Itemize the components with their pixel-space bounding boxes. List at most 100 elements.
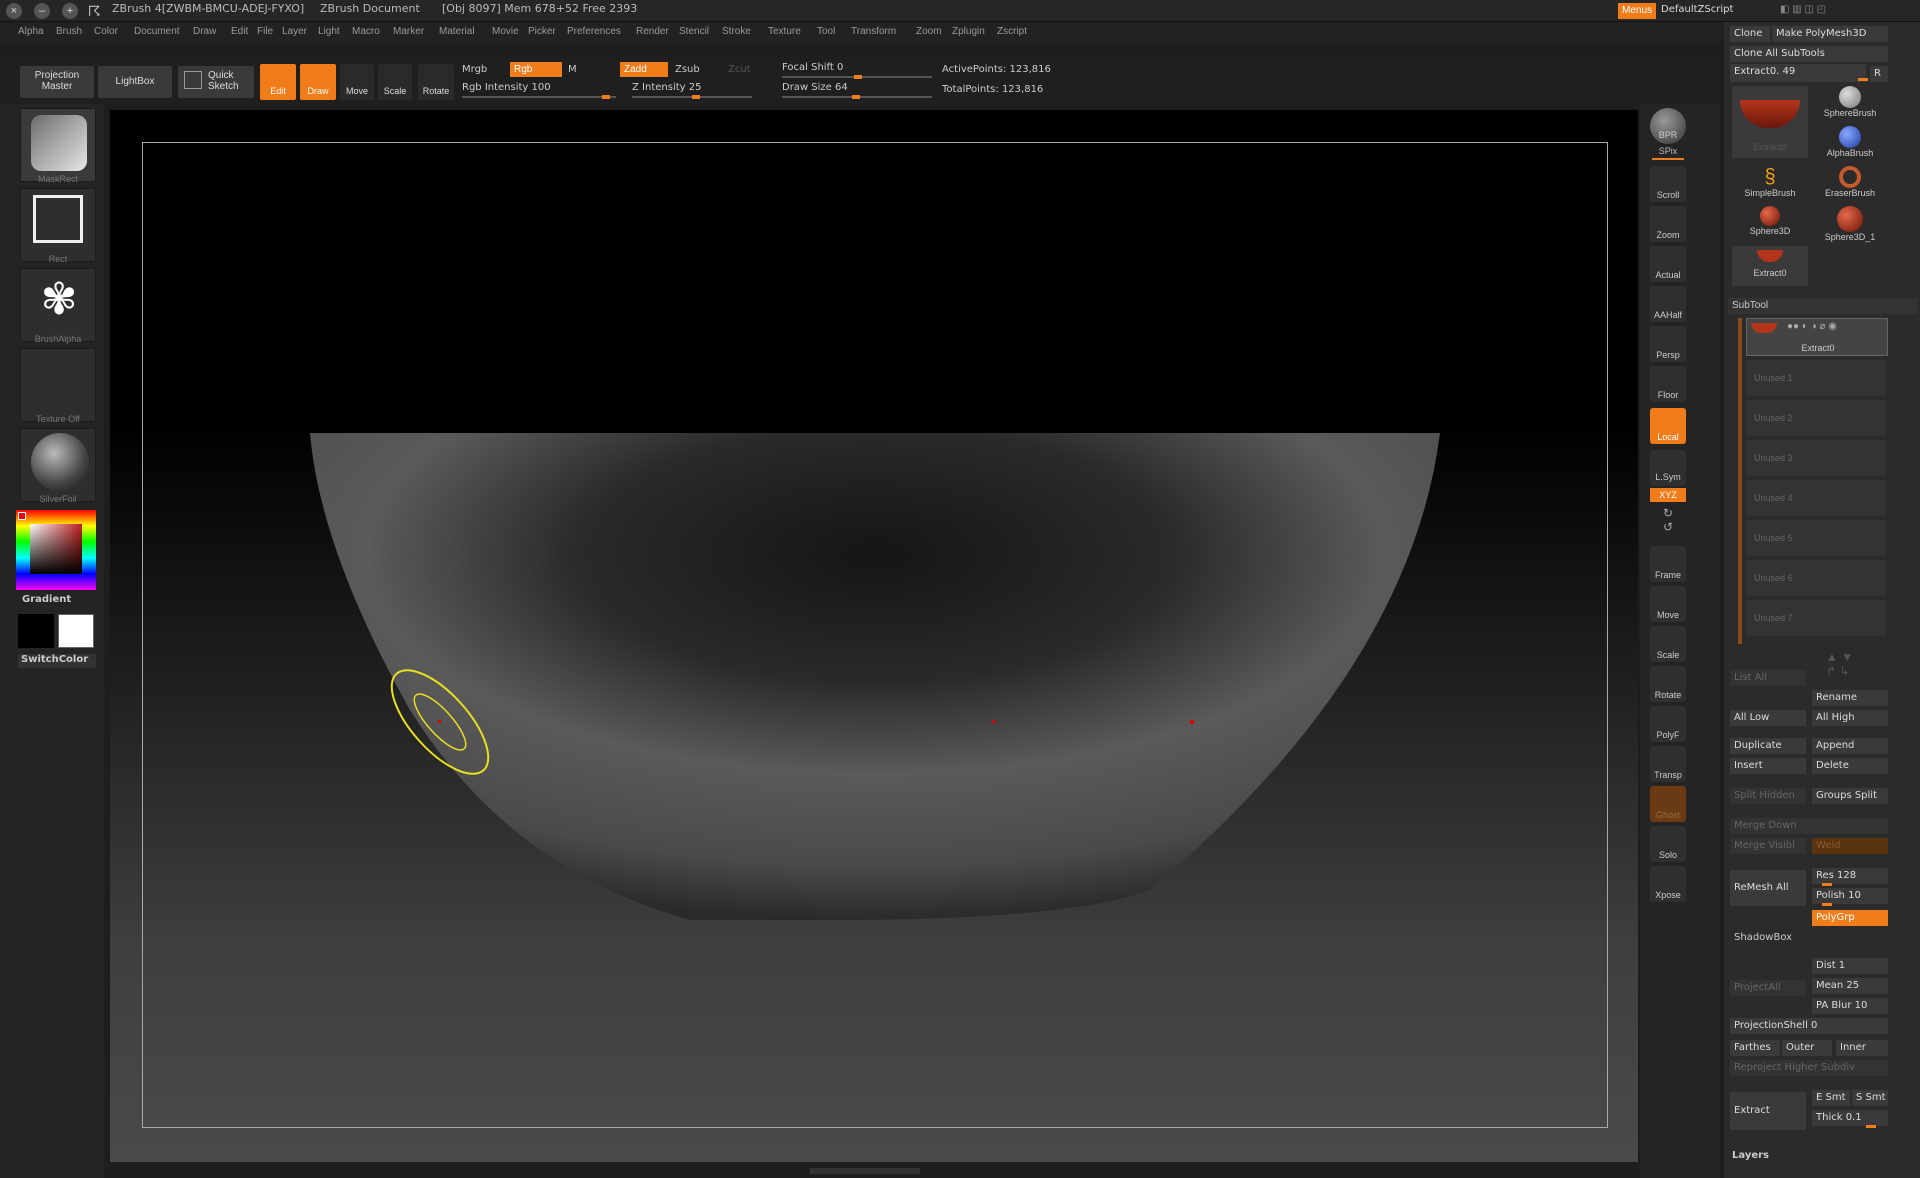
rename-button[interactable]: Rename xyxy=(1812,690,1888,706)
xyz-button[interactable]: XYZ xyxy=(1650,488,1686,502)
minimize-icon[interactable]: – xyxy=(34,3,50,19)
s-smt-slider[interactable]: S Smt xyxy=(1852,1090,1888,1106)
menu-color[interactable]: Color xyxy=(94,26,118,37)
tool-simplebrush[interactable]: § SimpleBrush xyxy=(1732,166,1808,206)
menu-stroke[interactable]: Stroke xyxy=(722,26,751,37)
menu-marker[interactable]: Marker xyxy=(393,26,424,37)
maximize-icon[interactable]: + xyxy=(62,3,78,19)
menus-button[interactable]: Menus xyxy=(1618,3,1657,19)
zoom-button[interactable]: Zoom xyxy=(1650,206,1686,242)
lightbox-button[interactable]: LightBox xyxy=(98,66,172,98)
all-low-button[interactable]: All Low xyxy=(1730,710,1806,726)
move-view-button[interactable]: Move xyxy=(1650,586,1686,622)
color-square[interactable] xyxy=(30,524,82,574)
res-slider-knob[interactable] xyxy=(1822,883,1832,886)
draw-size-label[interactable]: Draw Size 64 xyxy=(782,82,848,93)
switchcolor-button[interactable]: SwitchColor xyxy=(18,654,96,668)
subtool-unused-2[interactable]: Unused 2 xyxy=(1746,400,1886,436)
scale-view-button[interactable]: Scale xyxy=(1650,626,1686,662)
subtool-scrollbar[interactable] xyxy=(1738,318,1742,644)
tool-alphabrush[interactable]: AlphaBrush xyxy=(1812,126,1888,166)
extract-tool-slider-knob[interactable] xyxy=(1858,78,1868,81)
menu-edit[interactable]: Edit xyxy=(231,26,248,37)
menu-movie[interactable]: Movie xyxy=(492,26,519,37)
menu-preferences[interactable]: Preferences xyxy=(567,26,621,37)
polygrp-button[interactable]: PolyGrp xyxy=(1812,910,1888,926)
focal-shift-knob[interactable] xyxy=(854,75,862,79)
window-controls[interactable]: ◧ ▥ ◫ ◰ xyxy=(1780,4,1890,18)
subtool-unused-1[interactable]: Unused 1 xyxy=(1746,360,1886,396)
menu-render[interactable]: Render xyxy=(636,26,669,37)
menu-texture[interactable]: Texture xyxy=(768,26,801,37)
xpose-button[interactable]: Xpose xyxy=(1650,866,1686,902)
split-hidden-button[interactable]: Split Hidden xyxy=(1730,788,1806,804)
menu-picker[interactable]: Picker xyxy=(528,26,556,37)
thick-slider-knob[interactable] xyxy=(1866,1125,1876,1128)
floor-button[interactable]: Floor xyxy=(1650,366,1686,402)
subtool-unused-5[interactable]: Unused 5 xyxy=(1746,520,1886,556)
menu-zoom[interactable]: Zoom xyxy=(916,26,942,37)
layers-header[interactable]: Layers xyxy=(1732,1150,1769,1161)
menu-document[interactable]: Document xyxy=(134,26,180,37)
menu-transform[interactable]: Transform xyxy=(851,26,896,37)
res-slider[interactable]: Res 128 xyxy=(1812,868,1888,884)
make-polymesh-button[interactable]: Make PolyMesh3D xyxy=(1772,26,1888,42)
thick-slider[interactable]: Thick 0.1 xyxy=(1812,1110,1888,1126)
clone-button[interactable]: Clone xyxy=(1730,26,1770,42)
menu-zplugin[interactable]: Zplugin xyxy=(952,26,985,37)
subtool-header[interactable]: SubTool xyxy=(1728,298,1918,314)
tool-sphere3d[interactable]: Sphere3D xyxy=(1732,206,1808,246)
spix-slider[interactable] xyxy=(1652,158,1684,160)
rotation-axis-icon[interactable]: ↻ ↺ xyxy=(1660,506,1676,536)
spix-label[interactable]: SPix xyxy=(1646,146,1690,156)
reproject-higher-subdiv-button[interactable]: Reproject Higher Subdiv xyxy=(1730,1060,1888,1076)
subtool-visibility-icons[interactable]: ●● ◐ ◑ ⌀ ◉ xyxy=(1787,321,1837,332)
rgb-button[interactable]: Rgb xyxy=(510,62,562,77)
shadowbox-button[interactable]: ShadowBox xyxy=(1734,932,1792,943)
extract-button[interactable]: Extract xyxy=(1730,1092,1806,1130)
tool-extract0[interactable]: Extract0 xyxy=(1732,246,1808,286)
tool-spherebrush[interactable]: SphereBrush xyxy=(1812,86,1888,126)
actual-button[interactable]: Actual xyxy=(1650,246,1686,282)
gradient-label[interactable]: Gradient xyxy=(22,594,71,605)
menu-file[interactable]: File xyxy=(257,26,273,37)
draw-size-knob[interactable] xyxy=(852,95,860,99)
menu-brush[interactable]: Brush xyxy=(56,26,82,37)
material-thumb[interactable] xyxy=(20,428,96,502)
menu-stencil[interactable]: Stencil xyxy=(679,26,709,37)
scroll-button[interactable]: Scroll xyxy=(1650,166,1686,202)
m-button[interactable]: M xyxy=(568,64,577,75)
dist-slider[interactable]: Dist 1 xyxy=(1812,958,1888,974)
subtool-arrows-icon[interactable]: ▲ ▼ ↱ ↳ xyxy=(1826,650,1886,684)
list-all-button[interactable]: List All xyxy=(1730,670,1806,686)
polyf-button[interactable]: PolyF xyxy=(1650,706,1686,742)
draw-button[interactable]: Draw xyxy=(300,64,336,100)
merge-visible-button[interactable]: Merge Visibl xyxy=(1730,838,1806,854)
mesh-viewport[interactable] xyxy=(110,110,1638,1162)
lsym-button[interactable]: L.Sym xyxy=(1650,450,1686,486)
tool-eraserbrush[interactable]: EraserBrush xyxy=(1812,166,1888,206)
bpr-button[interactable]: BPR xyxy=(1650,108,1686,144)
outer-button[interactable]: Outer xyxy=(1782,1040,1832,1056)
polish-slider-knob[interactable] xyxy=(1822,903,1832,906)
menu-alpha[interactable]: Alpha xyxy=(18,26,44,37)
e-smt-slider[interactable]: E Smt xyxy=(1812,1090,1850,1106)
tool-sphere3d-1[interactable]: Sphere3D_1 xyxy=(1812,206,1888,246)
rgb-intensity-label[interactable]: Rgb Intensity 100 xyxy=(462,82,551,93)
texture-thumb[interactable] xyxy=(20,348,96,422)
secondary-color-swatch[interactable] xyxy=(18,614,54,648)
delete-button[interactable]: Delete xyxy=(1812,758,1888,774)
focal-shift-slider[interactable] xyxy=(782,75,932,79)
menu-draw[interactable]: Draw xyxy=(193,26,216,37)
clone-all-subtools-button[interactable]: Clone All SubTools xyxy=(1730,46,1888,62)
subtool-unused-4[interactable]: Unused 4 xyxy=(1746,480,1886,516)
brush-alpha-thumb[interactable]: ✾ xyxy=(20,268,96,342)
color-picker[interactable] xyxy=(16,510,96,590)
polish-slider[interactable]: Polish 10 xyxy=(1812,888,1888,904)
rotate-view-button[interactable]: Rotate xyxy=(1650,666,1686,702)
projection-shell-slider[interactable]: ProjectionShell 0 xyxy=(1730,1018,1888,1034)
remesh-all-button[interactable]: ReMesh All xyxy=(1730,870,1806,906)
subtool-unused-3[interactable]: Unused 3 xyxy=(1746,440,1886,476)
transp-button[interactable]: Transp xyxy=(1650,746,1686,782)
rgb-intensity-knob[interactable] xyxy=(602,95,610,99)
